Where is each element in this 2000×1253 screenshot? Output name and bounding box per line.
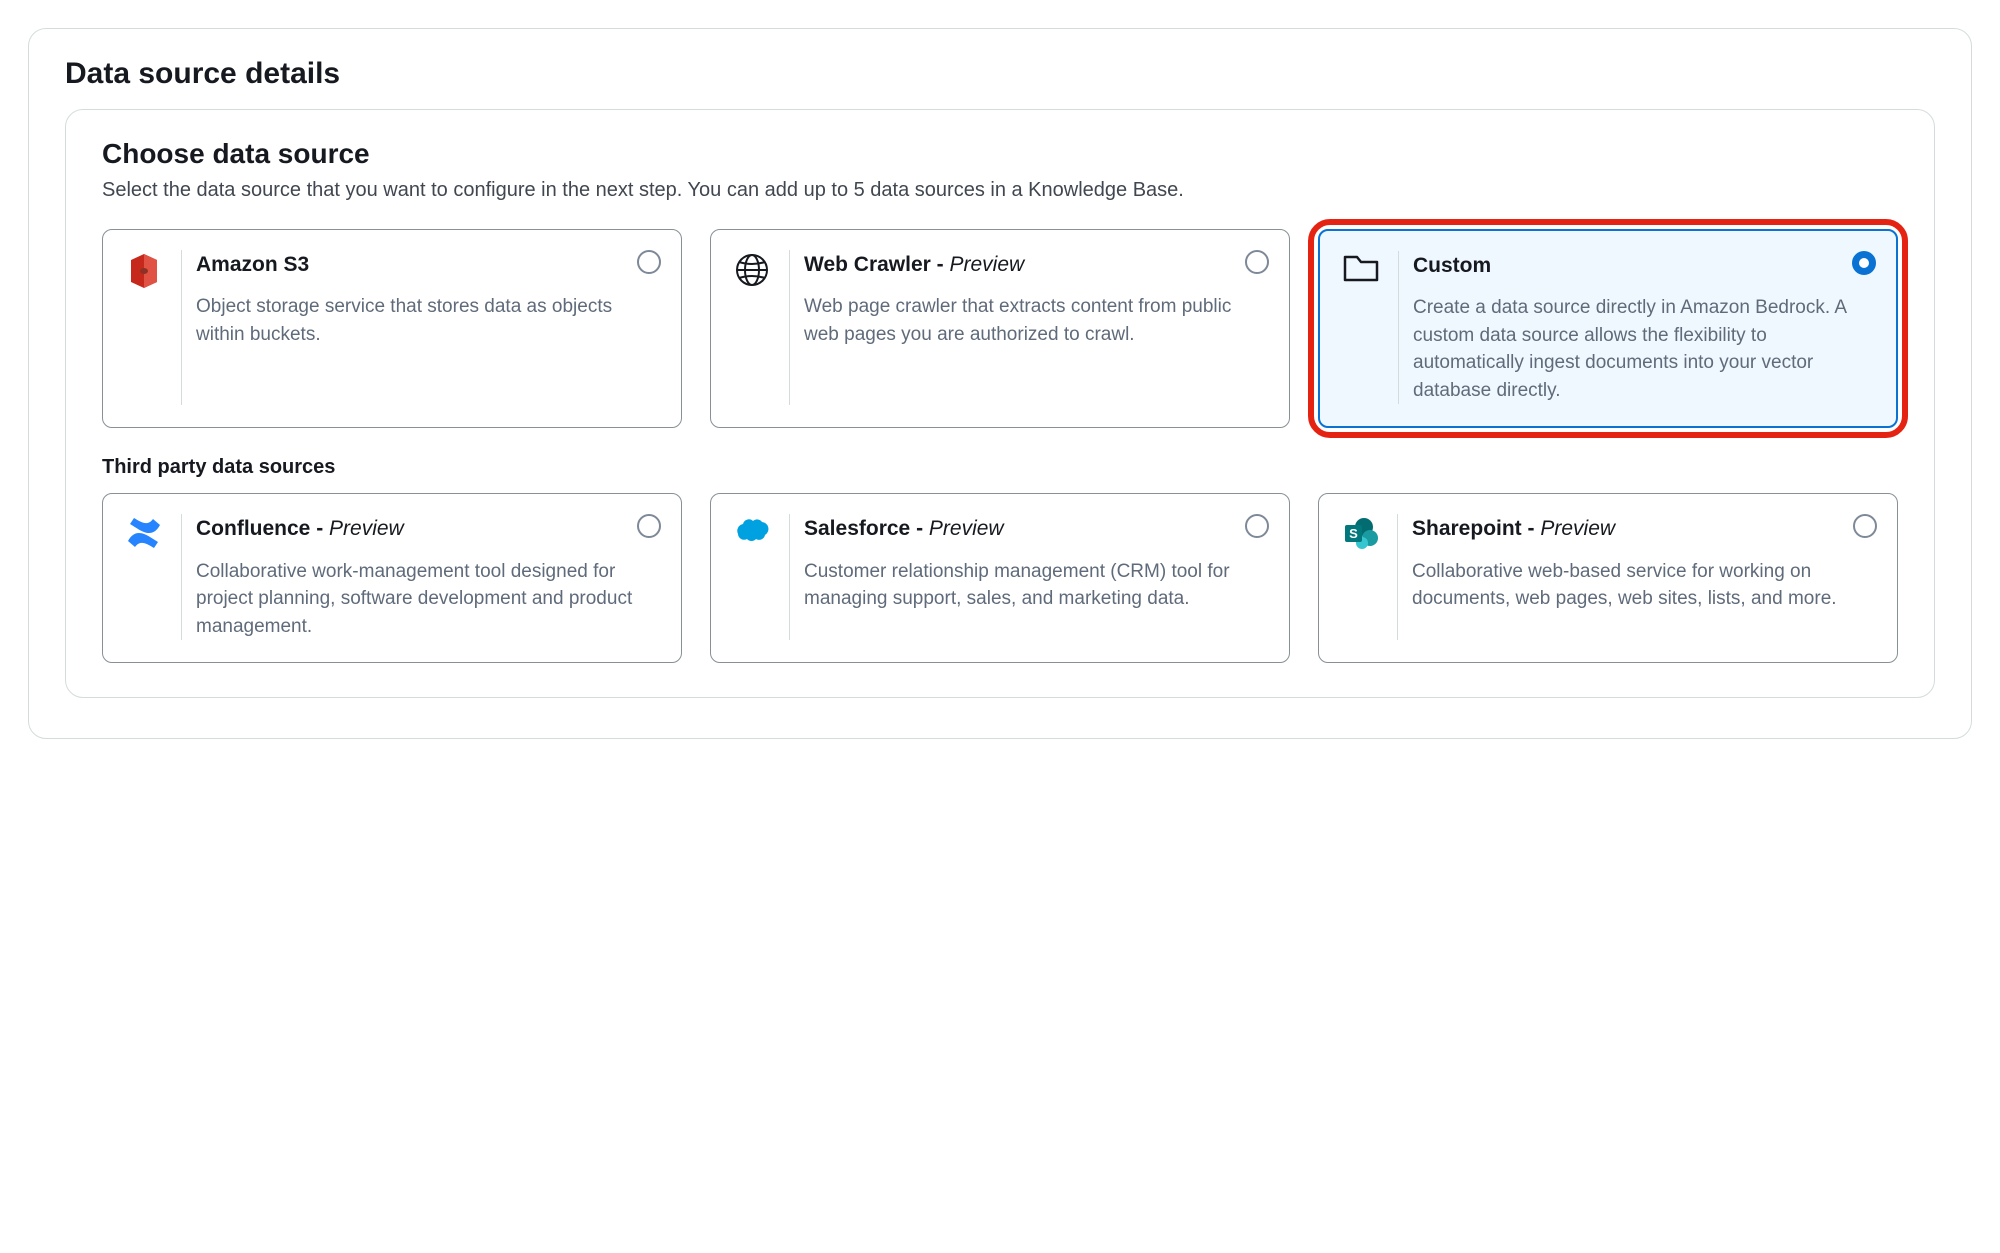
source-card-salesforce[interactable]: Salesforce - Preview Customer relationsh… xyxy=(710,493,1290,663)
choose-data-source-panel: Choose data source Select the data sourc… xyxy=(65,109,1935,698)
source-card-custom[interactable]: Custom Create a data source directly in … xyxy=(1318,229,1898,428)
card-title-custom: Custom xyxy=(1413,253,1874,278)
s3-icon xyxy=(121,250,167,405)
folder-icon xyxy=(1338,251,1384,404)
choose-heading: Choose data source xyxy=(102,138,1898,170)
card-title-text: Confluence xyxy=(196,517,310,540)
sharepoint-icon: S xyxy=(1337,514,1383,640)
third-party-sources-row: Confluence - Preview Collaborative work-… xyxy=(102,493,1898,663)
card-divider xyxy=(181,250,182,405)
salesforce-icon xyxy=(729,514,775,640)
card-desc-salesforce: Customer relationship management (CRM) t… xyxy=(804,558,1267,613)
preview-tag: Preview xyxy=(1540,517,1615,540)
preview-tag: Preview xyxy=(929,517,1004,540)
card-title-confluence: Confluence - Preview xyxy=(196,516,659,541)
card-title-text: Salesforce xyxy=(804,517,910,540)
highlight-annotation: Custom Create a data source directly in … xyxy=(1318,229,1898,428)
card-desc-custom: Create a data source directly in Amazon … xyxy=(1413,294,1874,404)
card-divider xyxy=(181,514,182,640)
preview-tag: Preview xyxy=(329,517,404,540)
card-desc-web-crawler: Web page crawler that extracts content f… xyxy=(804,293,1267,348)
radio-custom[interactable] xyxy=(1852,251,1876,275)
card-title-salesforce: Salesforce - Preview xyxy=(804,516,1267,541)
card-title-sharepoint: Sharepoint - Preview xyxy=(1412,516,1875,541)
source-card-web-crawler[interactable]: Web Crawler - Preview Web page crawler t… xyxy=(710,229,1290,428)
source-card-confluence[interactable]: Confluence - Preview Collaborative work-… xyxy=(102,493,682,663)
card-desc-sharepoint: Collaborative web-based service for work… xyxy=(1412,558,1875,613)
panel-title: Data source details xyxy=(65,57,1935,91)
third-party-heading: Third party data sources xyxy=(102,456,1898,479)
card-title-text: Web Crawler xyxy=(804,253,931,276)
card-title-s3: Amazon S3 xyxy=(196,252,659,277)
source-card-s3[interactable]: Amazon S3 Object storage service that st… xyxy=(102,229,682,428)
radio-s3[interactable] xyxy=(637,250,661,274)
card-title-web-crawler: Web Crawler - Preview xyxy=(804,252,1267,277)
source-card-sharepoint[interactable]: S Sharepoint - Preview Collaborative web… xyxy=(1318,493,1898,663)
card-divider xyxy=(789,250,790,405)
globe-icon xyxy=(729,250,775,405)
card-divider xyxy=(1398,251,1399,404)
confluence-icon xyxy=(121,514,167,640)
svg-text:S: S xyxy=(1349,526,1358,541)
native-sources-row: Amazon S3 Object storage service that st… xyxy=(102,229,1898,428)
card-title-text: Custom xyxy=(1413,254,1491,277)
card-title-text: Amazon S3 xyxy=(196,253,309,276)
card-desc-s3: Object storage service that stores data … xyxy=(196,293,659,348)
preview-tag: Preview xyxy=(950,253,1025,276)
card-divider xyxy=(1397,514,1398,640)
card-divider xyxy=(789,514,790,640)
data-source-details-panel: Data source details Choose data source S… xyxy=(28,28,1972,739)
radio-web-crawler[interactable] xyxy=(1245,250,1269,274)
card-title-text: Sharepoint xyxy=(1412,517,1522,540)
card-desc-confluence: Collaborative work-management tool desig… xyxy=(196,558,659,641)
choose-subtitle: Select the data source that you want to … xyxy=(102,176,1898,205)
